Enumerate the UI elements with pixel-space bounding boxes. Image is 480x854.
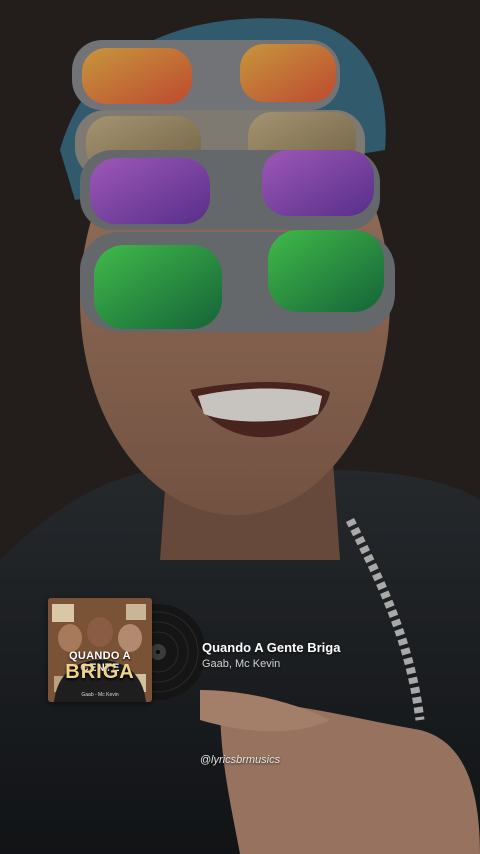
now-playing-card[interactable]: QUANDO A GENTE BRIGA Gaab - Mc Kevin Qua… <box>48 598 368 706</box>
dim-overlay <box>0 0 480 854</box>
artist-names: Gaab, Mc Kevin <box>202 658 281 670</box>
cover-credits: Gaab - Mc Kevin <box>81 692 119 698</box>
video-frame: QUANDO A GENTE BRIGA Gaab - Mc Kevin Qua… <box>0 0 480 854</box>
album-cover: QUANDO A GENTE BRIGA Gaab - Mc Kevin <box>48 598 152 702</box>
song-title: Quando A Gente Briga <box>202 640 341 655</box>
watermark-handle: @lyricsbrmusics <box>199 754 281 766</box>
cover-title-bottom: BRIGA <box>65 661 135 683</box>
